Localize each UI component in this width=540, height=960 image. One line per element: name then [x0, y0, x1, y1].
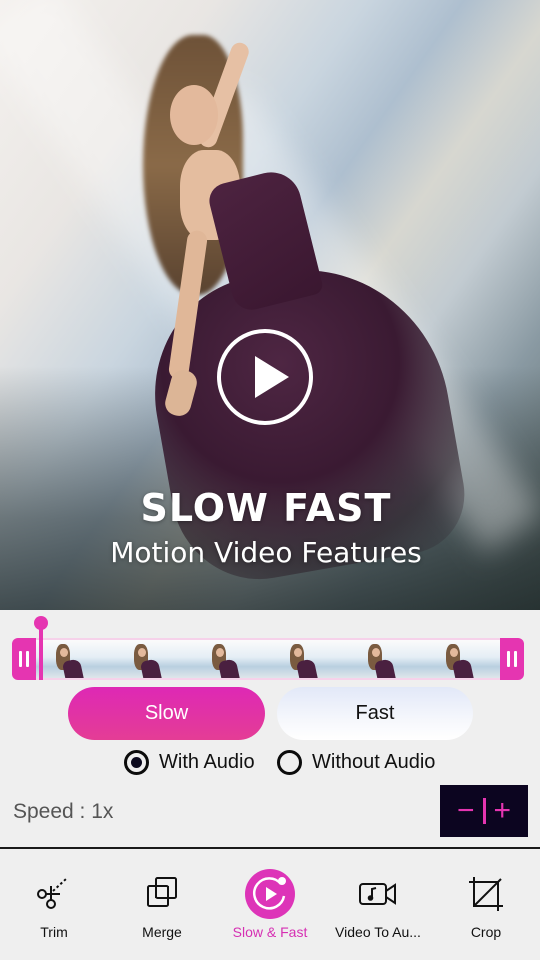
playhead-line	[39, 628, 43, 680]
nav-label-slow-fast: Slow & Fast	[232, 924, 308, 940]
play-button[interactable]	[217, 329, 313, 425]
timeline-frame	[190, 640, 268, 678]
merge-icon	[137, 869, 187, 919]
screen: SLOW FAST Motion Video Features Slow Fas…	[0, 0, 540, 960]
without-audio-label: Without Audio	[312, 750, 436, 773]
grip-bar-icon	[26, 651, 29, 667]
video-timeline[interactable]	[12, 638, 524, 680]
speed-stepper[interactable]: − +	[440, 785, 528, 837]
timeline-frames[interactable]	[34, 638, 502, 680]
crop-icon	[461, 869, 511, 919]
grip-bar-icon	[19, 651, 22, 667]
timeline-frame	[424, 640, 502, 678]
grip-bar-icon	[514, 651, 517, 667]
without-audio-option[interactable]: Without Audio	[277, 749, 435, 775]
promo-title: SLOW FAST	[140, 486, 392, 530]
nav-label-merge: Merge	[142, 924, 182, 940]
video-preview[interactable]: SLOW FAST Motion Video Features	[0, 0, 540, 610]
slow-fast-icon	[245, 869, 295, 919]
bottom-nav: Trim Merge Slow & Fast Video To Au... Cr…	[0, 849, 540, 960]
timeline-frame	[346, 640, 424, 678]
timeline-frame	[112, 640, 190, 678]
playhead[interactable]	[34, 616, 48, 680]
nav-label-video-to-audio: Video To Au...	[335, 924, 421, 940]
speed-increase-button[interactable]: +	[494, 796, 512, 826]
speed-readout: Speed : 1x	[13, 800, 114, 823]
nav-item-slow-fast[interactable]: Slow & Fast	[216, 849, 324, 960]
trim-handle-start[interactable]	[12, 638, 36, 680]
with-audio-label: With Audio	[159, 750, 255, 773]
video-to-audio-icon	[353, 869, 403, 919]
slow-button[interactable]: Slow	[68, 687, 265, 740]
nav-item-trim[interactable]: Trim	[0, 849, 108, 960]
nav-item-merge[interactable]: Merge	[108, 849, 216, 960]
timeline-frame	[268, 640, 346, 678]
grip-bar-icon	[507, 651, 510, 667]
radio-checked-icon[interactable]	[124, 749, 149, 775]
scissors-icon	[29, 869, 79, 919]
fast-button[interactable]: Fast	[277, 687, 473, 740]
stepper-divider	[482, 798, 486, 824]
trim-handle-end[interactable]	[500, 638, 524, 680]
speed-decrease-button[interactable]: −	[457, 796, 475, 826]
nav-item-video-to-audio[interactable]: Video To Au...	[324, 849, 432, 960]
promo-subtitle: Motion Video Features	[110, 536, 422, 569]
play-icon	[255, 356, 289, 398]
nav-label-trim: Trim	[40, 924, 68, 940]
radio-unchecked-icon[interactable]	[277, 749, 302, 775]
nav-label-crop: Crop	[470, 924, 502, 940]
nav-item-crop[interactable]: Crop	[432, 849, 540, 960]
with-audio-option[interactable]: With Audio	[124, 749, 255, 775]
